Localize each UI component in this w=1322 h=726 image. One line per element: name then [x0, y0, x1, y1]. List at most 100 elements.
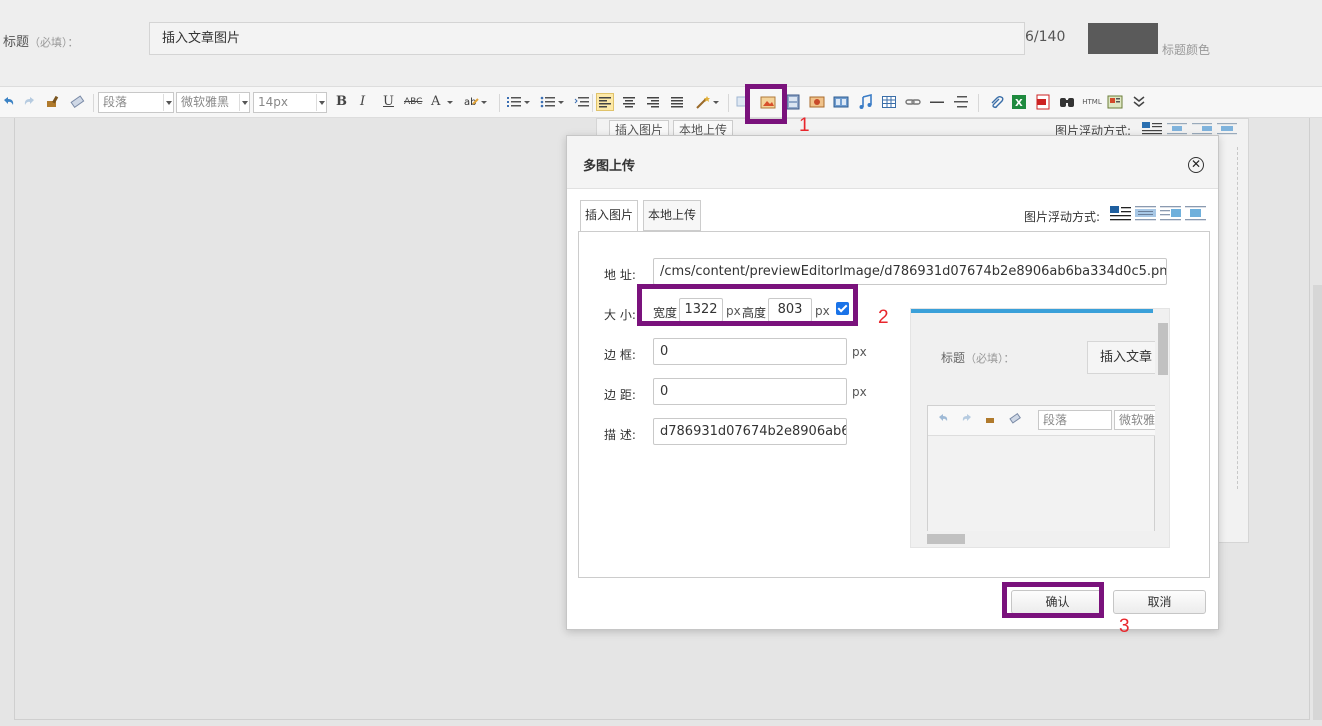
- toolbar-separator: [978, 94, 979, 112]
- align-center-icon[interactable]: [621, 94, 637, 110]
- preview-vscroll-thumb[interactable]: [1158, 323, 1168, 375]
- html-source-button[interactable]: HTML: [1081, 94, 1103, 110]
- border-unit: px: [852, 345, 867, 359]
- magic-wand-icon[interactable]: [695, 94, 711, 110]
- dialog-header: 多图上传 ✕: [567, 136, 1218, 189]
- excel-icon[interactable]: X: [1011, 94, 1027, 110]
- preview-eraser-icon: [1008, 412, 1022, 429]
- toolbar-separator: [728, 94, 729, 112]
- highlight-dropdown-icon[interactable]: [480, 94, 496, 110]
- back-dashed-edge: [1237, 147, 1238, 489]
- tab-insert-image[interactable]: 插入图片: [580, 200, 639, 231]
- annotation-box-3: [1002, 582, 1104, 618]
- undo-icon[interactable]: [0, 94, 16, 110]
- preview-hscroll-thumb[interactable]: [927, 534, 965, 544]
- font-color-button[interactable]: A: [431, 94, 440, 109]
- title-color-label: 标题颜色: [1162, 43, 1211, 57]
- insert-gallery-icon[interactable]: [833, 94, 849, 110]
- insert-link-icon[interactable]: [905, 94, 921, 110]
- font-family-select[interactable]: 微软雅黑: [176, 92, 250, 113]
- title-row: 标题（必填）： 插入文章图片 6/140 标题颜色: [0, 0, 1322, 86]
- description-label: 描 述:: [604, 428, 636, 442]
- dialog-title: 多图上传: [583, 159, 636, 174]
- pdf-icon[interactable]: [1035, 94, 1051, 110]
- underline-button[interactable]: U: [383, 94, 394, 109]
- editor-toolbar: 段落 微软雅黑 14px B I U ABC A ab X HTML: [0, 86, 1322, 118]
- border-input[interactable]: 0: [653, 338, 847, 365]
- insert-frame-icon[interactable]: [785, 94, 801, 110]
- align-right-icon[interactable]: [645, 94, 661, 110]
- line-height-icon[interactable]: [574, 94, 590, 110]
- tab-local-upload[interactable]: 本地上传: [643, 200, 702, 231]
- title-label: 标题（必填）：: [3, 35, 79, 50]
- insert-table-icon[interactable]: [881, 94, 897, 110]
- cancel-button[interactable]: 取消: [1113, 590, 1206, 614]
- margin-input[interactable]: 0: [653, 378, 847, 405]
- attachment-icon[interactable]: [988, 94, 1004, 110]
- multi-image-upload-dialog: 多图上传 ✕ 插入图片 本地上传 图片浮动方式: 地 址: /cms/conte…: [566, 135, 1219, 630]
- close-icon[interactable]: ✕: [1188, 157, 1204, 173]
- float-center-icon[interactable]: [1185, 205, 1206, 222]
- title-color-picker[interactable]: [1088, 23, 1158, 54]
- font-color-dropdown-icon[interactable]: [446, 94, 462, 110]
- annotation-number-3: 3: [1119, 616, 1130, 637]
- more-chevron-icon[interactable]: [1131, 94, 1147, 110]
- horizontal-rule-icon[interactable]: [929, 94, 945, 110]
- ordered-list-dropdown-icon[interactable]: [523, 94, 539, 110]
- annotation-box-1: [745, 84, 787, 124]
- border-label: 边 框:: [604, 348, 636, 362]
- template-icon[interactable]: [1107, 94, 1123, 110]
- format-painter-icon[interactable]: [45, 94, 61, 110]
- float-right-icon[interactable]: [1160, 205, 1181, 222]
- address-input[interactable]: /cms/content/previewEditorImage/d786931d…: [653, 258, 1167, 285]
- highlight-icon[interactable]: ab: [463, 94, 479, 110]
- back-float-right-icon: [1217, 122, 1237, 139]
- preview-title-label: 标题（必填）：: [941, 351, 1015, 365]
- redo-icon[interactable]: [22, 94, 38, 110]
- annotation-number-2: 2: [878, 307, 889, 328]
- ordered-list-icon[interactable]: [506, 94, 522, 110]
- unordered-list-dropdown-icon[interactable]: [557, 94, 573, 110]
- insert-picture-icon[interactable]: [809, 94, 825, 110]
- magic-wand-dropdown-icon[interactable]: [712, 94, 728, 110]
- preview-accent-bar: [911, 309, 1153, 313]
- preview-painter-icon: [984, 412, 998, 429]
- unordered-list-icon[interactable]: [540, 94, 556, 110]
- preview-redo-icon: [960, 412, 974, 429]
- search-replace-icon[interactable]: [1059, 94, 1075, 110]
- align-left-icon[interactable]: [596, 93, 614, 111]
- preview-vertical-scrollbar[interactable]: [1155, 309, 1169, 531]
- title-input[interactable]: 插入文章图片: [149, 22, 1025, 55]
- insert-music-icon[interactable]: [857, 94, 873, 110]
- strikethrough-button[interactable]: ABC: [404, 97, 422, 107]
- preview-paragraph-select: 段落: [1038, 410, 1112, 430]
- margin-label: 边 距:: [604, 388, 636, 402]
- annotation-number-1: 1: [799, 115, 810, 136]
- toolbar-separator: [499, 94, 500, 112]
- page-break-icon[interactable]: [953, 94, 969, 110]
- image-preview: 标题（必填）： 插入文章 段落 微软雅: [910, 308, 1170, 548]
- float-none-icon[interactable]: [1110, 205, 1131, 222]
- bold-button[interactable]: B: [336, 94, 347, 109]
- preview-undo-icon: [936, 412, 950, 429]
- annotation-box-2: [637, 284, 858, 326]
- svg-text:X: X: [1015, 98, 1023, 109]
- preview-toolbar: 段落 微软雅: [928, 406, 1169, 436]
- title-char-count: 6/140: [1025, 29, 1066, 45]
- italic-button[interactable]: I: [360, 94, 365, 109]
- float-left-icon[interactable]: [1135, 205, 1156, 222]
- toolbar-separator: [592, 94, 593, 112]
- align-justify-icon[interactable]: [669, 94, 685, 110]
- required-note: （必填）：: [29, 36, 79, 49]
- toolbar-separator: [93, 94, 94, 112]
- paragraph-select[interactable]: 段落: [98, 92, 174, 113]
- float-mode-label: 图片浮动方式:: [1024, 210, 1101, 224]
- eraser-icon[interactable]: [69, 94, 85, 110]
- margin-unit: px: [852, 385, 867, 399]
- page-scrollbar[interactable]: [1313, 285, 1322, 720]
- size-label: 大 小:: [604, 308, 636, 322]
- preview-editor: 段落 微软雅: [927, 405, 1169, 535]
- preview-horizontal-scrollbar[interactable]: [911, 531, 1155, 547]
- font-size-select[interactable]: 14px: [253, 92, 327, 113]
- description-input[interactable]: d786931d07674b2e8906ab6: [653, 418, 847, 445]
